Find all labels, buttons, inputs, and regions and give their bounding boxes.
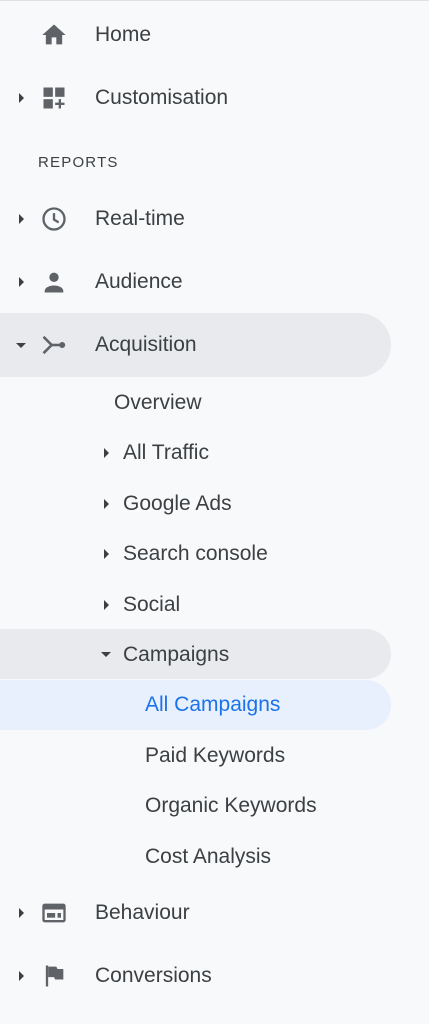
nav-item-overview[interactable]: Overview xyxy=(0,387,429,419)
nav-item-label: All Campaigns xyxy=(145,693,281,716)
nav-item-realtime[interactable]: Real-time xyxy=(0,203,429,235)
caret-right-icon[interactable] xyxy=(104,448,109,458)
caret-down-icon[interactable] xyxy=(16,343,26,348)
nav-item-label: Social xyxy=(123,593,181,616)
nav-item-label: Search console xyxy=(123,542,268,565)
nav-item-label: Real-time xyxy=(95,207,185,230)
caret-right-icon[interactable] xyxy=(19,908,24,918)
nav-item-search-console[interactable]: Search console xyxy=(0,538,429,570)
flag-icon xyxy=(40,962,68,990)
nav-item-social[interactable]: Social xyxy=(0,589,429,621)
nav-item-label: Cost Analysis xyxy=(145,845,272,868)
clock-icon xyxy=(40,205,68,233)
person-icon xyxy=(40,268,68,296)
home-icon xyxy=(40,21,68,49)
caret-right-icon[interactable] xyxy=(19,277,24,287)
nav-item-label: Campaigns xyxy=(123,643,230,666)
nav-item-all-traffic[interactable]: All Traffic xyxy=(0,437,429,469)
nav-item-home[interactable]: Home xyxy=(0,19,429,51)
nav-item-label: Audience xyxy=(95,270,183,293)
nav-item-label: Home xyxy=(95,23,152,46)
nav-item-label: Conversions xyxy=(95,964,212,987)
nav-item-campaigns[interactable]: Campaigns xyxy=(0,639,429,671)
nav-item-google-ads[interactable]: Google Ads xyxy=(0,488,429,520)
caret-right-icon[interactable] xyxy=(19,214,24,224)
caret-right-icon[interactable] xyxy=(19,93,24,103)
nav-item-conversions[interactable]: Conversions xyxy=(0,960,429,992)
nav-item-all-campaigns[interactable]: All Campaigns xyxy=(0,689,429,721)
dashboard-add-icon xyxy=(40,84,68,112)
reports-section-header: REPORTS xyxy=(38,154,119,171)
nav-item-acquisition[interactable]: Acquisition xyxy=(0,329,429,361)
nav-item-label: Organic Keywords xyxy=(145,794,317,817)
sidebar-nav: Home Customisation REPORTS Real-time Aud… xyxy=(0,0,429,1024)
nav-item-paid-keywords[interactable]: Paid Keywords xyxy=(0,740,429,772)
nav-item-customisation[interactable]: Customisation xyxy=(0,82,429,114)
nav-item-label: Acquisition xyxy=(95,333,197,356)
caret-right-icon[interactable] xyxy=(104,600,109,610)
nav-item-label: All Traffic xyxy=(123,441,209,464)
caret-right-icon[interactable] xyxy=(104,549,109,559)
caret-right-icon[interactable] xyxy=(19,971,24,981)
nav-item-cost-analysis[interactable]: Cost Analysis xyxy=(0,841,429,873)
caret-down-icon[interactable] xyxy=(101,652,111,657)
nav-item-label: Overview xyxy=(114,391,202,414)
behaviour-icon xyxy=(40,899,68,927)
nav-item-label: Paid Keywords xyxy=(145,744,286,767)
nav-item-label: Customisation xyxy=(95,86,229,109)
nav-item-organic-keywords[interactable]: Organic Keywords xyxy=(0,790,429,822)
nav-item-audience[interactable]: Audience xyxy=(0,266,429,298)
caret-right-icon[interactable] xyxy=(104,499,109,509)
nav-item-behaviour[interactable]: Behaviour xyxy=(0,897,429,929)
acquisition-icon xyxy=(40,331,68,359)
nav-item-label: Behaviour xyxy=(95,901,190,924)
nav-item-label: Google Ads xyxy=(123,492,232,515)
